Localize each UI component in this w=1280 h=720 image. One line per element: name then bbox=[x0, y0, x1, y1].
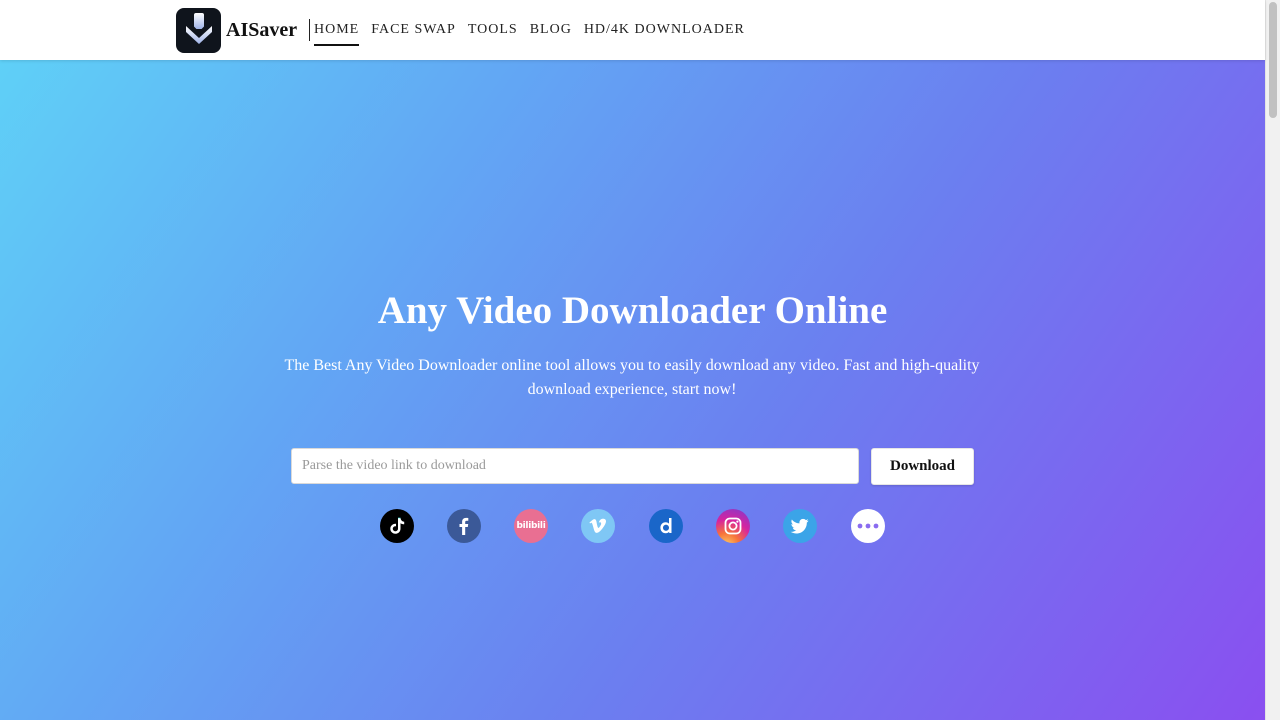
facebook-icon[interactable] bbox=[447, 509, 481, 543]
nav-item-tools[interactable]: TOOLS bbox=[468, 0, 518, 60]
bilibili-logo-text: bilibili bbox=[516, 521, 546, 531]
tiktok-icon[interactable] bbox=[380, 509, 414, 543]
brand[interactable]: AISaver bbox=[176, 7, 311, 53]
nav-item-face-swap[interactable]: FACE SWAP bbox=[371, 0, 456, 60]
scrollbar-thumb[interactable] bbox=[1269, 2, 1277, 118]
vimeo-icon[interactable] bbox=[581, 509, 615, 543]
hero-section: Any Video Downloader Online The Best Any… bbox=[0, 60, 1265, 720]
more-icon[interactable] bbox=[851, 509, 885, 543]
video-link-input[interactable] bbox=[291, 448, 859, 484]
dailymotion-icon[interactable] bbox=[649, 509, 683, 543]
page-scrollbar[interactable] bbox=[1265, 0, 1280, 720]
brand-name: AISaver bbox=[226, 18, 298, 41]
bilibili-icon[interactable]: bilibili bbox=[514, 509, 548, 543]
nav-item-hd-4k-downloader[interactable]: HD/4K DOWNLOADER bbox=[584, 0, 745, 60]
page-title: Any Video Downloader Online bbox=[377, 289, 888, 332]
nav-item-home[interactable]: HOME bbox=[314, 0, 360, 60]
twitter-icon[interactable] bbox=[783, 509, 817, 543]
nav-item-blog[interactable]: BLOG bbox=[530, 0, 572, 60]
download-logo-icon bbox=[176, 7, 221, 53]
site-header: AISaver HOME FACE SWAP TOOLS BLOG HD/4K … bbox=[0, 0, 1265, 60]
download-button[interactable]: Download bbox=[871, 448, 974, 485]
hero-subtitle: The Best Any Video Downloader online too… bbox=[284, 357, 980, 398]
main-nav: HOME FACE SWAP TOOLS BLOG HD/4K DOWNLOAD… bbox=[308, 0, 751, 60]
page: AISaver HOME FACE SWAP TOOLS BLOG HD/4K … bbox=[0, 0, 1280, 720]
instagram-icon[interactable] bbox=[716, 509, 750, 543]
